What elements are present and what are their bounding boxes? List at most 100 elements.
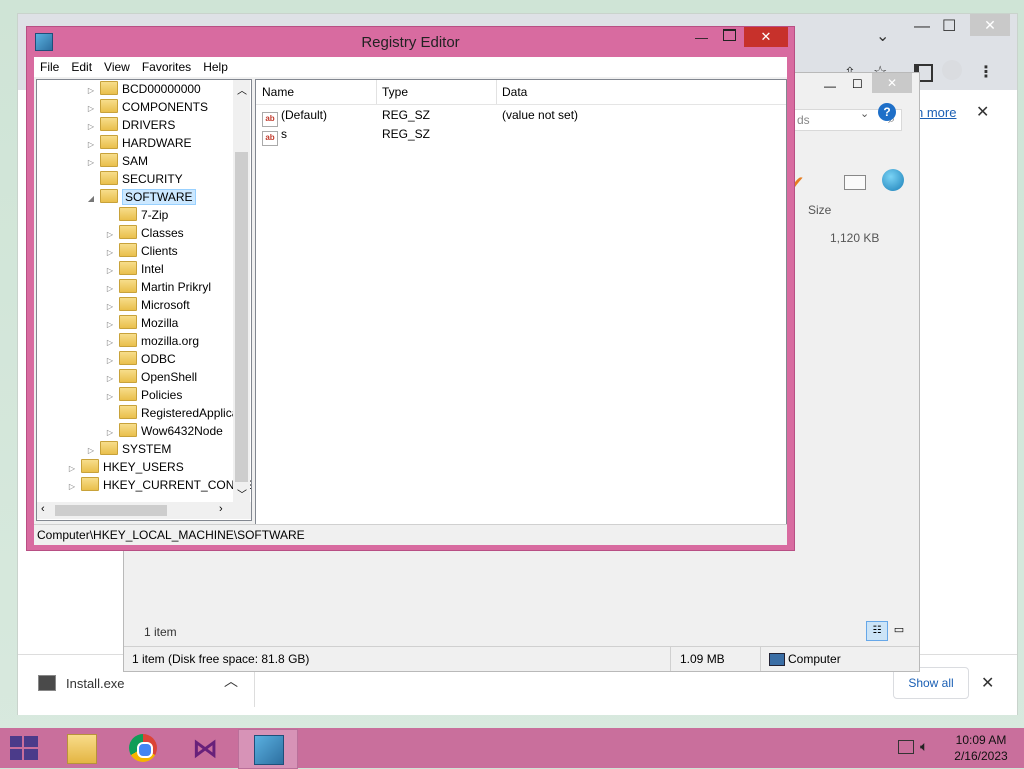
tree-node[interactable]: ▷ HARDWARE bbox=[86, 134, 192, 152]
menu-dots-icon[interactable]: ⋮ bbox=[978, 62, 994, 82]
rename-icon[interactable] bbox=[844, 175, 866, 190]
tree-node[interactable]: ▷ Classes bbox=[105, 224, 184, 242]
tree-node-label: 7-Zip bbox=[141, 208, 169, 222]
close-explorer-button[interactable]: ✕ bbox=[872, 73, 912, 93]
folder-icon bbox=[119, 369, 137, 383]
status-size: 1.09 MB bbox=[680, 652, 725, 666]
folder-icon bbox=[119, 279, 137, 293]
internet-globe-icon[interactable] bbox=[882, 169, 904, 191]
tree-node[interactable]: ▷ SAM bbox=[86, 152, 148, 170]
values-list[interactable]: Name Type Data ab (Default) REG_SZ (value n… bbox=[255, 79, 787, 545]
menu-file[interactable]: File bbox=[34, 57, 65, 74]
tree-node[interactable]: ▷ BCD00000000 bbox=[86, 80, 201, 98]
tree-node[interactable]: ▷ SYSTEM bbox=[86, 440, 171, 458]
chevron-up-icon[interactable]: ︿ bbox=[224, 671, 238, 691]
tree-node[interactable]: SECURITY bbox=[86, 170, 183, 188]
value-type: REG_SZ bbox=[382, 108, 431, 122]
menu-edit[interactable]: Edit bbox=[65, 57, 98, 74]
tree-node-label: DRIVERS bbox=[122, 118, 176, 132]
close-button[interactable]: ✕ bbox=[744, 27, 788, 47]
expand-arrow-icon[interactable]: ▷ bbox=[67, 478, 77, 496]
registry-tree[interactable]: ▷ BCD00000000 ▷ COMPONENTS ▷ DRIVERS ▷ HARDWARE… bbox=[36, 79, 252, 521]
value-row[interactable]: ab (Default) REG_SZ (value not set) bbox=[256, 106, 786, 127]
divider bbox=[760, 647, 761, 671]
maximize-icon[interactable]: ☐ bbox=[852, 77, 863, 91]
menu-favorites[interactable]: Favorites bbox=[136, 57, 197, 74]
minimize-icon[interactable]: — bbox=[824, 79, 836, 93]
tree-vertical-scrollbar[interactable]: ︿ ﹀ bbox=[233, 80, 250, 502]
tree-horizontal-scrollbar[interactable]: ‹ › bbox=[37, 502, 251, 519]
scroll-left-icon[interactable]: ‹ bbox=[41, 503, 45, 515]
download-filename[interactable]: Install.exe bbox=[66, 676, 125, 691]
taskbar-visual-studio[interactable]: ⋈ bbox=[176, 729, 234, 767]
value-data: (value not set) bbox=[502, 108, 579, 122]
tree-node[interactable]: ▷ DRIVERS bbox=[86, 116, 175, 134]
details-view-icon[interactable]: ☷ bbox=[866, 621, 888, 641]
close-infobar-icon[interactable]: ✕ bbox=[976, 102, 989, 122]
taskbar-file-explorer[interactable] bbox=[52, 729, 110, 767]
title-bar[interactable]: Registry Editor — ✕ bbox=[27, 27, 794, 57]
windows-start-icon[interactable] bbox=[10, 736, 38, 760]
tree-node[interactable]: ▷ Policies bbox=[105, 386, 182, 404]
hscroll-thumb[interactable] bbox=[55, 505, 167, 516]
tree-node[interactable]: ▷ OpenShell bbox=[105, 368, 197, 386]
learn-more-link[interactable]: n more bbox=[916, 105, 956, 120]
tree-node[interactable]: ▷ Clients bbox=[105, 242, 178, 260]
scroll-down-icon[interactable]: ﹀ bbox=[237, 486, 247, 501]
value-name: (Default) bbox=[281, 108, 328, 122]
tree-node[interactable]: ▷ mozilla.org bbox=[105, 332, 199, 350]
scroll-up-icon[interactable]: ︿ bbox=[237, 82, 247, 97]
tree-node[interactable]: ◢ SOFTWARE bbox=[86, 188, 196, 206]
tree-node[interactable]: ▷ Intel bbox=[105, 260, 164, 278]
tree-node[interactable]: RegisteredApplica bbox=[105, 404, 238, 422]
column-header-name[interactable]: Name bbox=[256, 80, 377, 104]
minimize-icon[interactable]: — bbox=[914, 18, 930, 36]
value-row[interactable]: ab s REG_SZ bbox=[256, 125, 786, 146]
expand-arrow-icon[interactable]: ◢ bbox=[86, 190, 96, 208]
computer-icon bbox=[769, 653, 785, 666]
column-header-type[interactable]: Type bbox=[376, 80, 497, 104]
maximize-icon[interactable]: ☐ bbox=[942, 16, 956, 36]
network-icon[interactable] bbox=[898, 740, 914, 754]
menu-help[interactable]: Help bbox=[197, 57, 234, 74]
menu-view[interactable]: View bbox=[98, 57, 136, 74]
folder-icon bbox=[100, 81, 118, 95]
system-clock[interactable]: 10:09 AM 2/16/2023 bbox=[946, 732, 1016, 764]
column-header-data[interactable]: Data bbox=[496, 80, 784, 104]
window-title: Registry Editor bbox=[361, 34, 460, 51]
tree-node[interactable]: ▷ HKEY_CURRENT_CONFIG bbox=[67, 476, 252, 496]
scroll-thumb[interactable] bbox=[235, 152, 248, 482]
taskbar-registry-editor[interactable] bbox=[238, 729, 298, 769]
tree-node[interactable]: ▷ COMPONENTS bbox=[86, 98, 208, 116]
search-placeholder: ds bbox=[797, 113, 810, 127]
folder-icon bbox=[100, 441, 118, 455]
tree-node[interactable]: ▷ HKEY_USERS bbox=[67, 458, 184, 476]
minimize-icon[interactable]: — bbox=[695, 30, 708, 45]
close-browser-button[interactable]: ✕ bbox=[970, 14, 1010, 36]
profile-avatar[interactable] bbox=[942, 60, 962, 80]
value-type: REG_SZ bbox=[382, 127, 431, 141]
close-download-bar-icon[interactable]: ✕ bbox=[981, 673, 994, 693]
tree-node-label: HKEY_USERS bbox=[103, 460, 184, 474]
tree-node[interactable]: ▷ Microsoft bbox=[105, 296, 190, 314]
large-icons-view-icon[interactable]: ▭ bbox=[890, 621, 908, 639]
tree-node[interactable]: ▷ ODBC bbox=[105, 350, 176, 368]
tree-node[interactable]: 7-Zip bbox=[105, 206, 168, 224]
volume-icon[interactable]: 🔈︎ bbox=[920, 738, 928, 755]
tree-node[interactable]: ▷ Wow6432Node bbox=[105, 422, 223, 440]
tree-node-label: HKEY_CURRENT_CONFIG bbox=[103, 478, 252, 492]
tree-node-label: Classes bbox=[141, 226, 184, 240]
status-path: Computer\HKEY_LOCAL_MACHINE\SOFTWARE bbox=[37, 528, 305, 542]
status-location: Computer bbox=[788, 652, 841, 666]
status-disk-space: 1 item (Disk free space: 81.8 GB) bbox=[132, 652, 310, 666]
regedit-icon bbox=[254, 735, 284, 765]
tree-node[interactable]: ▷ Martin Prikryl bbox=[105, 278, 211, 296]
scroll-right-icon[interactable]: › bbox=[219, 503, 223, 515]
maximize-icon[interactable] bbox=[723, 29, 736, 41]
chevron-down-icon[interactable]: ⌄ bbox=[860, 107, 869, 120]
column-header-size[interactable]: Size bbox=[808, 203, 831, 217]
tree-node[interactable]: ▷ Mozilla bbox=[105, 314, 178, 332]
taskbar-chrome[interactable] bbox=[114, 729, 172, 767]
chevron-down-icon[interactable]: ⌄ bbox=[876, 26, 889, 46]
help-icon[interactable]: ? bbox=[878, 103, 896, 121]
